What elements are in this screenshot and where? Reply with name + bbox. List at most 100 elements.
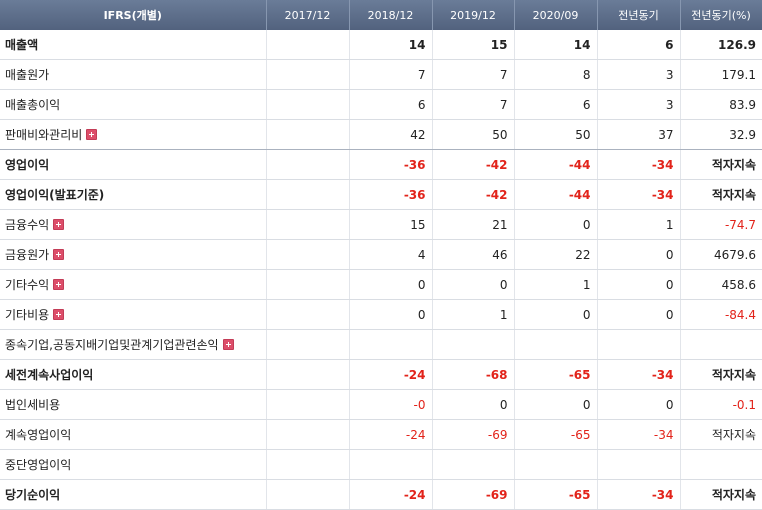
header-2017-12: 2017/12 bbox=[265, 0, 350, 30]
expand-plus-icon[interactable] bbox=[53, 309, 65, 320]
value-cell bbox=[431, 449, 514, 480]
value-cell bbox=[265, 59, 349, 90]
expand-plus-icon[interactable] bbox=[53, 279, 65, 290]
row-label-text: 기타수익 bbox=[5, 278, 50, 292]
value-cell: -68 bbox=[431, 359, 514, 390]
value-cell: 22 bbox=[513, 239, 597, 270]
value-cell: 적자지속 bbox=[679, 149, 762, 180]
value-cell bbox=[265, 419, 349, 450]
value-cell: 0 bbox=[596, 299, 680, 330]
value-cell: 적자지속 bbox=[679, 179, 762, 210]
value-cell: 0 bbox=[596, 389, 680, 420]
value-cell bbox=[265, 329, 349, 360]
value-cell bbox=[265, 389, 349, 420]
value-cell: 적자지속 bbox=[679, 479, 762, 510]
value-cell: 적자지속 bbox=[679, 359, 762, 390]
value-cell: 0 bbox=[513, 209, 597, 240]
value-cell bbox=[265, 119, 349, 150]
value-cell: 0 bbox=[596, 269, 680, 300]
value-cell: -65 bbox=[513, 359, 597, 390]
value-cell bbox=[679, 449, 762, 480]
row-label-text: 매출원가 bbox=[5, 68, 50, 82]
value-cell bbox=[513, 329, 597, 360]
value-cell: 적자지속 bbox=[679, 419, 762, 450]
row-label: 계속영업이익 bbox=[0, 419, 266, 450]
row-label-text: 계속영업이익 bbox=[5, 428, 72, 442]
row-label-text: 영업이익 bbox=[5, 158, 50, 172]
value-cell: 0 bbox=[513, 389, 597, 420]
row-label: 매출액 bbox=[0, 30, 266, 60]
value-cell: 6 bbox=[596, 30, 680, 60]
value-cell: 32.9 bbox=[679, 119, 762, 150]
value-cell bbox=[265, 269, 349, 300]
row-label-text: 당기순이익 bbox=[5, 488, 61, 502]
value-cell: -34 bbox=[596, 149, 680, 180]
header-prior-period: 전년동기 bbox=[596, 0, 681, 30]
row-label: 판매비와관리비 bbox=[0, 119, 266, 150]
value-cell bbox=[265, 449, 349, 480]
table-row: 당기순이익 -24 -69 -65 -34 적자지속 bbox=[0, 479, 762, 510]
row-label: 법인세비용 bbox=[0, 389, 266, 420]
value-cell: 3 bbox=[596, 59, 680, 90]
value-cell: 4 bbox=[348, 239, 432, 270]
value-cell: -34 bbox=[596, 359, 680, 390]
value-cell: -34 bbox=[596, 479, 680, 510]
row-label-text: 매출총이익 bbox=[5, 98, 61, 112]
row-label-text: 금융원가 bbox=[5, 248, 50, 262]
table-row: 세전계속사업이익 -24 -68 -65 -34 적자지속 bbox=[0, 359, 762, 390]
value-cell: -42 bbox=[431, 179, 514, 210]
row-label: 매출원가 bbox=[0, 59, 266, 90]
table-row: 기타수익 0 0 1 0 458.6 bbox=[0, 269, 762, 300]
value-cell: 7 bbox=[348, 59, 432, 90]
value-cell: 1 bbox=[513, 269, 597, 300]
table-row: 매출원가 7 7 8 3 179.1 bbox=[0, 59, 762, 90]
value-cell: -0 bbox=[348, 389, 432, 420]
value-cell: 458.6 bbox=[679, 269, 762, 300]
row-label-text: 세전계속사업이익 bbox=[5, 368, 94, 382]
table-row: 중단영업이익 bbox=[0, 449, 762, 480]
expand-plus-icon[interactable] bbox=[222, 339, 234, 350]
row-label: 중단영업이익 bbox=[0, 449, 266, 480]
row-label: 당기순이익 bbox=[0, 479, 266, 510]
header-account: IFRS(개별) bbox=[0, 0, 267, 30]
value-cell: -65 bbox=[513, 419, 597, 450]
value-cell: -44 bbox=[513, 149, 597, 180]
value-cell bbox=[265, 149, 349, 180]
value-cell: 3 bbox=[596, 89, 680, 120]
value-cell: 14 bbox=[513, 30, 597, 60]
expand-plus-icon[interactable] bbox=[53, 249, 65, 260]
row-label: 종속기업,공동지배기업및관계기업관련손익 bbox=[0, 329, 266, 360]
value-cell: 1 bbox=[596, 209, 680, 240]
row-label-text: 금융수익 bbox=[5, 218, 50, 232]
row-label: 세전계속사업이익 bbox=[0, 359, 266, 390]
value-cell: 179.1 bbox=[679, 59, 762, 90]
row-label: 영업이익(발표기준) bbox=[0, 179, 266, 210]
header-prior-period-pct: 전년동기(%) bbox=[679, 0, 762, 30]
row-label: 기타수익 bbox=[0, 269, 266, 300]
value-cell: 15 bbox=[348, 209, 432, 240]
value-cell bbox=[265, 209, 349, 240]
value-cell: 50 bbox=[431, 119, 514, 150]
table-row: 계속영업이익 -24 -69 -65 -34 적자지속 bbox=[0, 419, 762, 450]
value-cell: 8 bbox=[513, 59, 597, 90]
value-cell: -34 bbox=[596, 179, 680, 210]
row-label-text: 영업이익(발표기준) bbox=[5, 188, 105, 202]
income-statement-table: IFRS(개별) 2017/12 2018/12 2019/12 2020/09… bbox=[0, 0, 762, 510]
value-cell: -34 bbox=[596, 419, 680, 450]
expand-plus-icon[interactable] bbox=[53, 219, 65, 230]
expand-plus-icon[interactable] bbox=[86, 129, 98, 140]
table-row: 법인세비용 -0 0 0 0 -0.1 bbox=[0, 389, 762, 420]
row-label: 금융수익 bbox=[0, 209, 266, 240]
value-cell: -36 bbox=[348, 179, 432, 210]
table-row: 영업이익 -36 -42 -44 -34 적자지속 bbox=[0, 149, 762, 180]
row-label: 금융원가 bbox=[0, 239, 266, 270]
value-cell: 4679.6 bbox=[679, 239, 762, 270]
value-cell bbox=[265, 359, 349, 390]
header-2019-12: 2019/12 bbox=[431, 0, 515, 30]
row-label-text: 법인세비용 bbox=[5, 398, 61, 412]
value-cell: 1 bbox=[431, 299, 514, 330]
row-label-text: 기타비용 bbox=[5, 308, 50, 322]
value-cell bbox=[679, 329, 762, 360]
value-cell: 15 bbox=[431, 30, 514, 60]
value-cell: -24 bbox=[348, 479, 432, 510]
